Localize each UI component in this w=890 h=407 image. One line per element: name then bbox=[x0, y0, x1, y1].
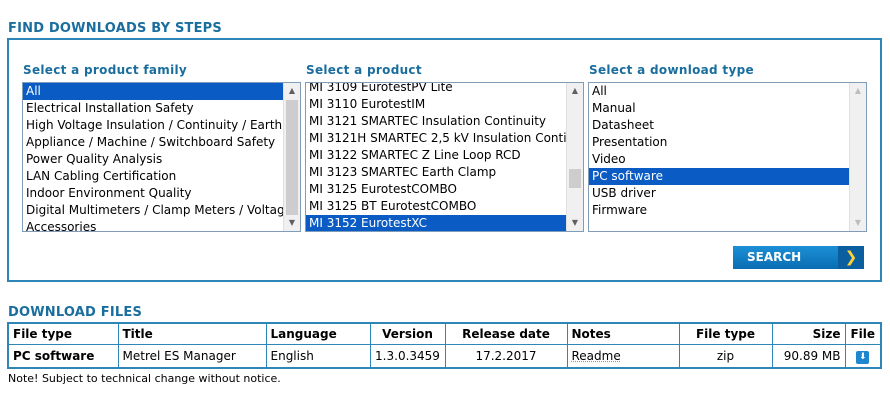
downloads-table: File type Title Language Version Release… bbox=[7, 322, 882, 369]
family-option[interactable]: LAN Cabling Certification bbox=[23, 168, 284, 185]
col-language: Language bbox=[266, 324, 371, 345]
scroll-up-icon[interactable]: ▲ bbox=[850, 83, 866, 99]
family-option[interactable]: Accessories bbox=[23, 219, 284, 231]
table-header-row: File type Title Language Version Release… bbox=[9, 324, 880, 345]
product-label: Select a product bbox=[306, 63, 422, 77]
family-option[interactable]: Digital Multimeters / Clamp Meters / Vol… bbox=[23, 202, 284, 219]
col-release-date: Release date bbox=[445, 324, 568, 345]
search-button-label: SEARCH bbox=[747, 250, 802, 264]
download-type-option[interactable]: Datasheet bbox=[589, 117, 850, 134]
download-type-listbox[interactable]: All Manual Datasheet Presentation Video PC so… bbox=[588, 82, 867, 232]
cell-version: 1.3.0.3459 bbox=[370, 344, 446, 367]
product-option[interactable]: MI 3121H SMARTEC 2,5 kV Insulation Conti… bbox=[306, 130, 567, 147]
family-option[interactable]: Electrical Installation Safety bbox=[23, 100, 284, 117]
product-scrollbar[interactable]: ▲ ▼ bbox=[566, 83, 583, 231]
cell-file: ⬇ bbox=[845, 345, 880, 368]
download-type-option[interactable]: USB driver bbox=[589, 185, 850, 202]
col-version: Version bbox=[370, 324, 446, 345]
scroll-up-icon[interactable]: ▲ bbox=[567, 83, 583, 99]
col-file-type: File type bbox=[9, 324, 119, 345]
scroll-down-icon[interactable]: ▼ bbox=[567, 215, 583, 231]
col-file: File bbox=[845, 324, 880, 345]
readme-link[interactable]: Readme bbox=[572, 349, 621, 363]
col-file-ext: File type bbox=[679, 324, 773, 345]
download-type-option[interactable]: Video bbox=[589, 151, 850, 168]
cell-notes: Readme bbox=[567, 344, 680, 367]
product-listbox[interactable]: MI 3109 EurotestPV Lite MI 3110 EurotestI… bbox=[305, 82, 584, 232]
cell-size: 90.89 MB bbox=[772, 344, 846, 367]
download-type-label: Select a download type bbox=[589, 63, 754, 77]
table-row: PC software Metrel ES Manager English 1.… bbox=[9, 344, 880, 368]
scroll-down-icon[interactable]: ▼ bbox=[850, 215, 866, 231]
family-option[interactable]: Power Quality Analysis bbox=[23, 151, 284, 168]
product-options: MI 3109 EurotestPV Lite MI 3110 EurotestI… bbox=[306, 83, 567, 231]
family-label: Select a product family bbox=[23, 63, 188, 77]
cell-file-type: PC software bbox=[9, 344, 119, 367]
product-option[interactable]: MI 3123 SMARTEC Earth Clamp bbox=[306, 164, 567, 181]
product-option[interactable]: MI 3125 BT EurotestCOMBO bbox=[306, 198, 567, 215]
product-option[interactable]: MI 3121 SMARTEC Insulation Continuity bbox=[306, 113, 567, 130]
scroll-thumb[interactable] bbox=[569, 169, 581, 188]
downloads-title: DOWNLOAD FILES bbox=[8, 305, 143, 320]
search-button[interactable]: SEARCH ❯ bbox=[733, 246, 864, 269]
family-option[interactable]: Indoor Environment Quality bbox=[23, 185, 284, 202]
cell-language: English bbox=[266, 344, 371, 367]
family-option[interactable]: All bbox=[23, 83, 284, 100]
scroll-up-icon[interactable]: ▲ bbox=[284, 83, 300, 99]
product-option[interactable]: MI 3152 EurotestXC bbox=[306, 215, 567, 231]
family-option[interactable]: High Voltage Insulation / Continuity / E… bbox=[23, 117, 284, 134]
download-type-option[interactable]: Firmware bbox=[589, 202, 850, 219]
product-option[interactable]: MI 3122 SMARTEC Z Line Loop RCD bbox=[306, 147, 567, 164]
col-notes: Notes bbox=[567, 324, 680, 345]
family-scrollbar[interactable]: ▲ ▼ bbox=[283, 83, 300, 231]
download-type-scrollbar[interactable]: ▲ ▼ bbox=[849, 83, 866, 231]
cell-file-ext: zip bbox=[679, 344, 773, 367]
scroll-thumb[interactable] bbox=[286, 100, 298, 215]
download-type-option[interactable]: PC software bbox=[589, 168, 850, 185]
product-option[interactable]: MI 3110 EurotestIM bbox=[306, 96, 567, 113]
download-type-option[interactable]: Presentation bbox=[589, 134, 850, 151]
product-option[interactable]: MI 3109 EurotestPV Lite bbox=[306, 83, 567, 96]
family-option[interactable]: Appliance / Machine / Switchboard Safety bbox=[23, 134, 284, 151]
download-type-option[interactable]: All bbox=[589, 83, 850, 100]
col-title: Title bbox=[118, 324, 267, 345]
product-option[interactable]: MI 3125 EurotestCOMBO bbox=[306, 181, 567, 198]
download-type-option[interactable]: Manual bbox=[589, 100, 850, 117]
cell-release-date: 17.2.2017 bbox=[445, 344, 568, 367]
cell-title: Metrel ES Manager bbox=[118, 344, 267, 367]
scroll-down-icon[interactable]: ▼ bbox=[284, 215, 300, 231]
disclaimer-note: Note! Subject to technical change withou… bbox=[8, 372, 281, 385]
col-size: Size bbox=[772, 324, 846, 345]
download-icon[interactable]: ⬇ bbox=[856, 351, 870, 364]
chevron-right-icon: ❯ bbox=[838, 246, 864, 269]
download-type-options: All Manual Datasheet Presentation Video PC so… bbox=[589, 83, 850, 219]
steps-title: FIND DOWNLOADS BY STEPS bbox=[8, 21, 222, 36]
family-listbox[interactable]: All Electrical Installation Safety High Vo… bbox=[22, 82, 301, 232]
family-options: All Electrical Installation Safety High Vo… bbox=[23, 83, 284, 231]
